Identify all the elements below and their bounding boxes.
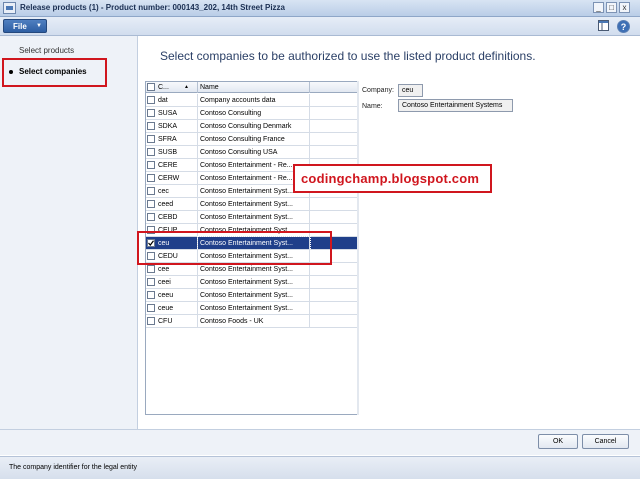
table-row[interactable]: ceei Contoso Entertainment Syst... — [146, 276, 357, 289]
row-checkbox[interactable] — [147, 174, 155, 182]
status-bar: The company identifier for the legal ent… — [0, 456, 640, 479]
maximize-button[interactable]: □ — [606, 2, 617, 13]
cell-company-name[interactable]: Contoso Foods - UK — [198, 315, 310, 328]
column-header-empty — [310, 82, 357, 93]
row-checkbox[interactable] — [147, 278, 155, 286]
cell-company-code[interactable]: SUSB — [156, 146, 198, 159]
cell-empty — [310, 315, 357, 328]
cell-empty — [310, 107, 357, 120]
table-row[interactable]: CEBD Contoso Entertainment Syst... — [146, 211, 357, 224]
cell-empty — [310, 276, 357, 289]
name-label: Name: — [362, 103, 383, 110]
cancel-button[interactable]: Cancel — [582, 434, 629, 449]
cell-company-code[interactable]: ceei — [156, 276, 198, 289]
minimize-button[interactable]: _ — [593, 2, 604, 13]
cell-empty — [310, 302, 357, 315]
row-checkbox[interactable] — [147, 135, 155, 143]
cell-company-name[interactable]: Contoso Entertainment Syst... — [198, 211, 310, 224]
cell-company-name[interactable]: Contoso Consulting USA — [198, 146, 310, 159]
row-checkbox[interactable] — [147, 304, 155, 312]
watermark-box: codingchamp.blogspot.com — [293, 164, 492, 193]
grid-header: C... ▲ Name — [146, 82, 357, 93]
cell-company-code[interactable]: cec — [156, 185, 198, 198]
cell-company-name[interactable]: Contoso Entertainment Syst... — [198, 302, 310, 315]
cell-company-code[interactable]: CERE — [156, 159, 198, 172]
row-checkbox[interactable] — [147, 148, 155, 156]
file-menu-button[interactable]: File ▼ — [3, 19, 47, 33]
cell-company-code[interactable]: ceeu — [156, 289, 198, 302]
table-row[interactable]: ceue Contoso Entertainment Syst... — [146, 302, 357, 315]
cell-company-code[interactable]: ceed — [156, 198, 198, 211]
cell-company-code[interactable]: dat — [156, 94, 198, 107]
help-icon[interactable]: ? — [617, 20, 630, 33]
cell-empty — [310, 94, 357, 107]
close-button[interactable]: x — [619, 2, 630, 13]
row-checkbox[interactable] — [147, 109, 155, 117]
cell-company-name[interactable]: Contoso Entertainment Syst... — [198, 276, 310, 289]
window-title: Release products (1) - Product number: 0… — [20, 3, 285, 12]
cell-company-name[interactable]: Contoso Consulting Denmark — [198, 120, 310, 133]
cell-company-name[interactable]: Contoso Consulting France — [198, 133, 310, 146]
ok-button[interactable]: OK — [538, 434, 578, 449]
table-row[interactable]: ceed Contoso Entertainment Syst... — [146, 198, 357, 211]
row-checkbox[interactable] — [147, 291, 155, 299]
row-checkbox[interactable] — [147, 317, 155, 325]
company-field: ceu — [398, 84, 423, 97]
column-header-name[interactable]: Name — [198, 82, 310, 93]
watermark-text: codingchamp.blogspot.com — [301, 171, 480, 186]
row-checkbox[interactable] — [147, 96, 155, 104]
table-row[interactable]: SDKA Contoso Consulting Denmark — [146, 120, 357, 133]
pane-splitter[interactable] — [357, 81, 359, 415]
cell-empty — [310, 146, 357, 159]
chevron-down-icon: ▼ — [36, 23, 42, 29]
column-header-company-label: C... — [158, 84, 169, 91]
cell-company-code[interactable]: CFU — [156, 315, 198, 328]
highlight-box-row — [137, 231, 332, 265]
company-label: Company: — [362, 87, 394, 94]
status-text: The company identifier for the legal ent… — [9, 464, 138, 471]
row-checkbox[interactable] — [147, 122, 155, 130]
row-checkbox[interactable] — [147, 187, 155, 195]
cell-company-name[interactable]: Contoso Entertainment Syst... — [198, 198, 310, 211]
cell-company-code[interactable]: SDKA — [156, 120, 198, 133]
table-row[interactable]: dat Company accounts data — [146, 94, 357, 107]
cell-empty — [310, 211, 357, 224]
column-header-company[interactable]: C... ▲ — [156, 82, 198, 93]
cell-company-code[interactable]: CEBD — [156, 211, 198, 224]
table-row[interactable]: SUSB Contoso Consulting USA — [146, 146, 357, 159]
cell-empty — [310, 198, 357, 211]
page-heading: Select companies to be authorized to use… — [160, 49, 536, 63]
name-field: Contoso Entertainment Systems — [398, 99, 513, 112]
sort-ascending-icon: ▲ — [184, 84, 189, 90]
row-checkbox[interactable] — [147, 265, 155, 273]
cell-company-code[interactable]: CERW — [156, 172, 198, 185]
table-row[interactable]: ceeu Contoso Entertainment Syst... — [146, 289, 357, 302]
cell-company-name[interactable]: Contoso Entertainment Syst... — [198, 289, 310, 302]
wizard-nav — [0, 36, 138, 429]
menu-bar: File ▼ ? — [0, 17, 640, 36]
title-bar: Release products (1) - Product number: 0… — [0, 0, 640, 17]
table-row[interactable]: SFRA Contoso Consulting France — [146, 133, 357, 146]
cell-company-code[interactable]: ceue — [156, 302, 198, 315]
cell-company-name[interactable]: Contoso Consulting — [198, 107, 310, 120]
highlight-box-nav — [2, 58, 107, 87]
row-checkbox[interactable] — [147, 213, 155, 221]
select-all-checkbox[interactable] — [147, 83, 155, 91]
cell-empty — [310, 120, 357, 133]
table-row[interactable]: CFU Contoso Foods - UK — [146, 315, 357, 328]
row-checkbox[interactable] — [147, 200, 155, 208]
nav-item-select-products[interactable]: Select products — [19, 46, 74, 55]
cell-empty — [310, 289, 357, 302]
file-menu-label: File — [13, 22, 27, 31]
cell-company-name[interactable]: Company accounts data — [198, 94, 310, 107]
cell-empty — [310, 133, 357, 146]
layout-icon[interactable] — [597, 20, 610, 33]
cell-company-code[interactable]: SFRA — [156, 133, 198, 146]
row-checkbox[interactable] — [147, 161, 155, 169]
cell-company-code[interactable]: SUSA — [156, 107, 198, 120]
table-row[interactable]: SUSA Contoso Consulting — [146, 107, 357, 120]
app-icon — [3, 2, 16, 14]
